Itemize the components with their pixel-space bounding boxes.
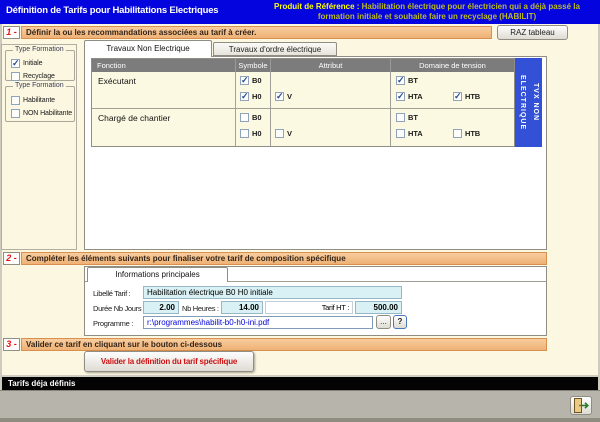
label-chantier-v: V: [287, 129, 292, 138]
tarifs-deja-definis-header: Tarifs déja définis: [2, 375, 598, 390]
table-row-charge-de-chantier: Chargé de chantier B0 H0 V: [92, 109, 514, 146]
checkbox-chantier-htb[interactable]: [453, 129, 462, 138]
checkbox-executant-hta[interactable]: [396, 92, 405, 101]
label-chantier-htb: HTB: [465, 129, 480, 138]
step-2-number: 2 -: [3, 252, 20, 265]
tarif-ht-label: Tarif HT :: [265, 301, 353, 314]
label-executant-bt: BT: [408, 76, 418, 85]
app-window: Définition de Tarifs pour Habilitations …: [0, 0, 600, 422]
header-attribut: Attribut: [271, 59, 391, 72]
checkbox-chantier-b0[interactable]: [240, 113, 249, 122]
tvx-non-electrique-tag: TVX NON ELECTRIQUE: [515, 58, 542, 147]
type-formation-group-2-title: Type Formation: [13, 82, 66, 89]
browse-button[interactable]: ...: [376, 315, 391, 329]
table-row-executant: Exécutant B0 H0 V: [92, 72, 514, 109]
duree-nb-jours-input[interactable]: 2.00: [143, 301, 179, 314]
checkbox-chantier-h0[interactable]: [240, 129, 249, 138]
step-1-number: 1 -: [3, 26, 20, 39]
libelle-tarif-input[interactable]: Habilitation électrique B0 H0 initiale: [143, 286, 402, 299]
programme-label: Programme :: [93, 319, 133, 328]
label-chantier-h0: H0: [252, 129, 261, 138]
exit-button[interactable]: [570, 396, 592, 415]
exit-door-icon: [573, 398, 589, 413]
step-2-instruction: Compléter les éléments suivants pour fin…: [21, 252, 547, 265]
row-chantier-symbole-cell: B0 H0: [236, 109, 271, 146]
checkbox-habilitante-label: Habilitante: [23, 97, 55, 104]
raz-tableau-button[interactable]: RAZ tableau: [497, 25, 568, 40]
row-executant-domaine-cell: BT HTA HTB: [391, 72, 514, 108]
title-bar: Définition de Tarifs pour Habilitations …: [0, 0, 600, 24]
nb-heures-label: Nb Heures :: [182, 304, 219, 313]
label-chantier-hta: HTA: [408, 129, 423, 138]
checkbox-initiale[interactable]: [11, 59, 20, 68]
libelle-tarif-label: Libellé Tarif :: [93, 289, 130, 298]
valider-tarif-button[interactable]: Valider la définition du tarif spécifiqu…: [84, 351, 254, 372]
checkbox-habilitante[interactable]: [11, 96, 20, 105]
row-chantier-attribut-cell: V: [271, 109, 391, 146]
checkbox-executant-b0[interactable]: [240, 76, 249, 85]
checkbox-chantier-hta[interactable]: [396, 129, 405, 138]
row-executant-attribut-cell: V: [271, 72, 391, 108]
checkbox-chantier-v[interactable]: [275, 129, 284, 138]
label-executant-h0: H0: [252, 92, 261, 101]
help-button[interactable]: ?: [393, 315, 407, 329]
duree-nb-jours-label: Durée Nb Jours :: [93, 304, 145, 313]
label-executant-b0: B0: [252, 76, 261, 85]
row-executant-symbole-cell: B0 H0: [236, 72, 271, 108]
step-1-instruction: Définir la ou les recommandations associ…: [21, 26, 492, 39]
step-3-number: 3 -: [3, 338, 20, 351]
row-chantier-domaine-cell: BT HTA HTB: [391, 109, 514, 146]
bottom-strip: [0, 390, 600, 422]
type-formation-group-1-title: Type Formation: [13, 46, 66, 53]
product-reference: Produit de Référence : Habilitation élec…: [258, 2, 596, 22]
tab-travaux-ordre-electrique[interactable]: Travaux d'ordre électrique: [213, 42, 337, 56]
checkbox-executant-htb[interactable]: [453, 92, 462, 101]
row-executant-fonction: Exécutant: [92, 72, 236, 108]
nb-heures-input[interactable]: 14.00: [221, 301, 263, 314]
recommendations-table: Fonction Symbole Attribut Domaine de ten…: [91, 58, 515, 147]
row-chantier-fonction: Chargé de chantier: [92, 109, 236, 146]
header-domaine: Domaine de tension: [391, 59, 514, 72]
checkbox-recyclage-label: Recyclage: [23, 73, 55, 80]
checkbox-executant-v[interactable]: [275, 92, 284, 101]
header-symbole: Symbole: [236, 59, 271, 72]
label-chantier-bt: BT: [408, 113, 418, 122]
checkbox-executant-h0[interactable]: [240, 92, 249, 101]
app-title: Définition de Tarifs pour Habilitations …: [6, 5, 218, 16]
label-executant-htb: HTB: [465, 92, 480, 101]
step-3-instruction: Valider ce tarif en cliquant sur le bout…: [21, 338, 547, 351]
type-formation-panel: Type Formation Initiale Recyclage Type F…: [1, 44, 77, 250]
checkbox-non-habilitante[interactable]: [11, 109, 20, 118]
header-fonction: Fonction: [92, 59, 236, 72]
checkbox-non-habilitante-label: NON Habilitante: [23, 110, 72, 117]
tab-informations-principales[interactable]: Informations principales: [87, 267, 228, 282]
tarif-ht-input[interactable]: 500.00: [355, 301, 402, 314]
checkbox-chantier-bt[interactable]: [396, 113, 405, 122]
tab-travaux-non-electrique[interactable]: Travaux Non Electrique: [84, 40, 212, 57]
label-executant-hta: HTA: [408, 92, 423, 101]
programme-input[interactable]: r:\programmes\habilit-b0-h0-ini.pdf: [143, 316, 373, 329]
checkbox-recyclage[interactable]: [11, 72, 20, 81]
product-reference-label: Produit de Référence :: [274, 2, 359, 11]
checkbox-executant-bt[interactable]: [396, 76, 405, 85]
label-executant-v: V: [287, 92, 292, 101]
label-chantier-b0: B0: [252, 113, 261, 122]
checkbox-initiale-label: Initiale: [23, 60, 42, 67]
